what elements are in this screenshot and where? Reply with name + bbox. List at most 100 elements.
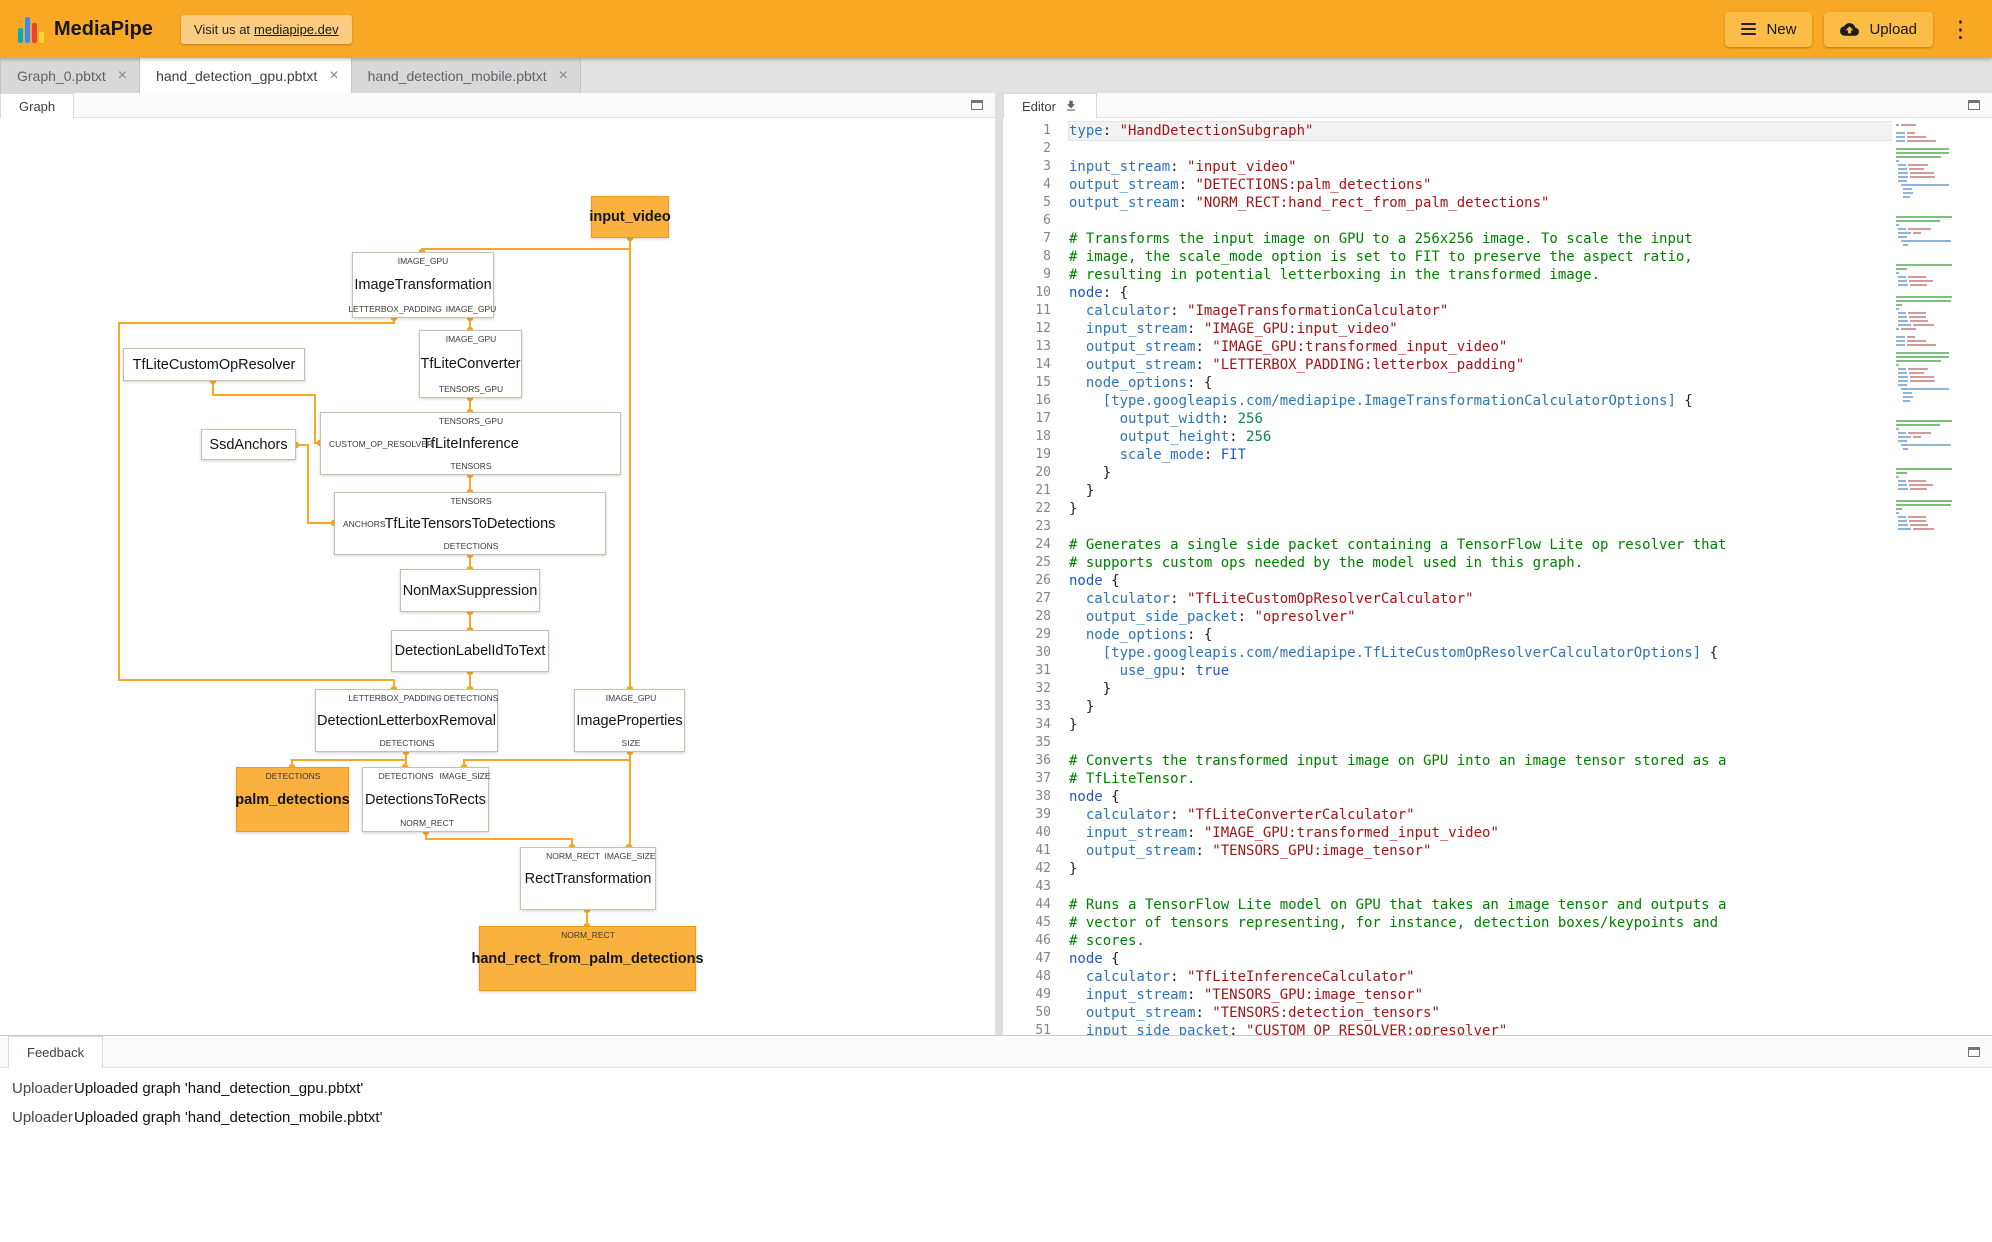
code-line[interactable]: # scores. [1069,932,1892,950]
download-icon[interactable] [1064,99,1078,113]
upload-button[interactable]: Upload [1824,11,1933,47]
popout-icon[interactable] [1968,100,1980,110]
code-line[interactable]: output_stream: "TENSORS_GPU:image_tensor… [1069,842,1892,860]
graph-node-SsdAnchors[interactable]: SsdAnchors [201,429,296,460]
code-line[interactable]: # TfLiteTensor. [1069,770,1892,788]
new-button[interactable]: New [1725,11,1813,47]
code-line[interactable]: node_options: { [1069,374,1892,392]
code-line[interactable]: # resulting in potential letterboxing in… [1069,266,1892,284]
minimap-mark [1912,324,1934,326]
code-line[interactable]: input_stream: "IMAGE_GPU:input_video" [1069,320,1892,338]
code-line[interactable] [1069,212,1892,230]
code-line[interactable]: output_stream: "NORM_RECT:hand_rect_from… [1069,194,1892,212]
popout-icon[interactable] [1968,1046,1980,1057]
code-line[interactable] [1069,878,1892,896]
minimap-line [1892,236,1992,238]
code-line[interactable]: # Converts the transformed input image o… [1069,752,1892,770]
line-number: 30 [1035,645,1051,660]
code-line[interactable]: output_stream: "TENSORS:detection_tensor… [1069,1004,1892,1022]
minimap-line [1892,368,1992,370]
code-line[interactable]: calculator: "ImageTransformationCalculat… [1069,302,1892,320]
code-line[interactable]: node_options: { [1069,626,1892,644]
code-line[interactable]: } [1069,698,1892,716]
file-tab-0[interactable]: Graph_0.pbtxt × [0,58,141,93]
code-line[interactable] [1069,734,1892,752]
code-line[interactable]: output_width: 256 [1069,410,1892,428]
graph-node-hand_rect_from_palm_detections[interactable]: NORM_RECT hand_rect_from_palm_detections [471,926,704,991]
code-line[interactable]: output_stream: "IMAGE_GPU:transformed_in… [1069,338,1892,356]
graph-node-ImageTransformation[interactable]: IMAGE_GPU LETTERBOX_PADDING IMAGE_GPU Image… [348,252,496,318]
code-line[interactable]: output_stream: "DETECTIONS:palm_detectio… [1069,176,1892,194]
minimap-mark [1906,336,1915,338]
code-line[interactable]: # image, the scale_mode option is set to… [1069,248,1892,266]
tab-close-icon[interactable]: × [559,67,568,85]
minimap-mark [1898,164,1906,166]
graph-node-DetectionLetterboxRemoval[interactable]: LETTERBOX_PADDING DETECTIONS DETECTIONS Det… [315,689,498,752]
port-label: IMAGE_GPU [605,693,657,703]
code-line[interactable]: calculator: "TfLiteCustomOpResolverCalcu… [1069,590,1892,608]
graph-node-TfLiteInference[interactable]: TENSORS_GPU TENSORS CUSTOM_OP_RESOLVER TfLi… [320,412,621,475]
code-line[interactable] [1069,518,1892,536]
code-line[interactable]: input_stream: "input_video" [1069,158,1892,176]
minimap-line [1892,396,1992,398]
minimap-line [1892,160,1992,162]
file-tab-2[interactable]: hand_detection_mobile.pbtxt × [351,58,581,93]
popout-icon[interactable] [971,100,983,110]
tab-close-icon[interactable]: × [118,67,127,85]
visit-link[interactable]: mediapipe.dev [254,22,339,37]
code-editor[interactable]: 1 2 3 4 5 6 7 8 9 10 11 12 13 14 15 16 17 18 19 20 21 22 23 24 2… [1003,118,1992,1035]
editor-tab[interactable]: Editor [1003,93,1097,118]
code-line[interactable]: output_stream: "LETTERBOX_PADDING:letter… [1069,356,1892,374]
graph-node-input_video[interactable]: input_video [589,196,671,238]
graph-node-DetectionLabelIdToText[interactable]: DetectionLabelIdToText [391,630,549,672]
code-line[interactable]: # Transforms the input image on GPU to a… [1069,230,1892,248]
graph-node-ImageProperties[interactable]: IMAGE_GPU SIZE ImageProperties [574,689,685,752]
tab-close-icon[interactable]: × [329,67,338,85]
visit-chip[interactable]: Visit us at mediapipe.dev [180,14,352,44]
code-content[interactable]: type: "HandDetectionSubgraph" input_strea… [1051,118,1892,1035]
kebab-menu-icon[interactable]: ⋮ [1945,17,1976,41]
code-line[interactable]: } [1069,680,1892,698]
code-line[interactable]: [type.googleapis.com/mediapipe.ImageTran… [1069,392,1892,410]
code-line[interactable]: } [1069,482,1892,500]
code-line[interactable]: input_stream: "IMAGE_GPU:transformed_inp… [1069,824,1892,842]
code-line[interactable]: node: { [1069,284,1892,302]
graph-node-RectTransformation[interactable]: NORM_RECT IMAGE_SIZE RectTransformation [520,847,656,910]
code-line[interactable]: type: "HandDetectionSubgraph" [1068,121,1892,141]
graph-canvas[interactable]: input_video IMAGE_GPU LETTERBOX_PADDING IMA… [0,118,995,1035]
code-line[interactable]: calculator: "TfLiteConverterCalculator" [1069,806,1892,824]
code-line[interactable]: # vector of tensors representing, for in… [1069,914,1892,932]
graph-node-DetectionsToRects[interactable]: DETECTIONS IMAGE_SIZE NORM_RECT DetectionsT… [362,767,491,832]
code-line[interactable] [1069,140,1892,158]
code-line[interactable]: node { [1069,572,1892,590]
graph-node-NonMaxSuppression[interactable]: NonMaxSuppression [400,569,540,612]
code-line[interactable]: input_side_packet: "CUSTOM_OP_RESOLVER:o… [1069,1022,1892,1035]
code-line[interactable]: use_gpu: true [1069,662,1892,680]
port-label: ANCHORS [343,518,386,529]
minimap-line [1892,268,1992,270]
code-line[interactable]: node { [1069,950,1892,968]
code-line[interactable]: } [1069,500,1892,518]
code-line[interactable]: output_side_packet: "opresolver" [1069,608,1892,626]
code-line[interactable]: scale_mode: FIT [1069,446,1892,464]
code-line[interactable]: # supports custom ops needed by the mode… [1069,554,1892,572]
code-line[interactable]: } [1069,860,1892,878]
graph-node-palm_detections[interactable]: DETECTIONS palm_detections [235,767,350,832]
code-line[interactable]: node { [1069,788,1892,806]
code-line[interactable]: } [1069,464,1892,482]
port-label: IMAGE_GPU [397,256,449,266]
file-tab-1[interactable]: hand_detection_gpu.pbtxt × [140,58,352,93]
code-line[interactable]: output_height: 256 [1069,428,1892,446]
code-line[interactable]: # Generates a single side packet contain… [1069,536,1892,554]
code-line[interactable]: input_stream: "TENSORS_GPU:image_tensor" [1069,986,1892,1004]
code-line[interactable]: calculator: "TfLiteInferenceCalculator" [1069,968,1892,986]
graph-node-TfLiteCustomOpResolver[interactable]: TfLiteCustomOpResolver [123,348,305,381]
graph-node-TfLiteTensorsToDetections[interactable]: TENSORS DETECTIONS ANCHORS TfLiteTensorsToD… [334,492,606,555]
code-line[interactable]: } [1069,716,1892,734]
code-line[interactable]: # Runs a TensorFlow Lite model on GPU th… [1069,896,1892,914]
graph-node-TfLiteConverter[interactable]: IMAGE_GPU TENSORS_GPU TfLiteConverter [419,330,522,398]
feedback-tab[interactable]: Feedback [8,1036,104,1068]
minimap[interactable] [1892,118,1992,1035]
graph-tab[interactable]: Graph [0,93,75,118]
code-line[interactable]: [type.googleapis.com/mediapipe.TfLiteCus… [1069,644,1892,662]
